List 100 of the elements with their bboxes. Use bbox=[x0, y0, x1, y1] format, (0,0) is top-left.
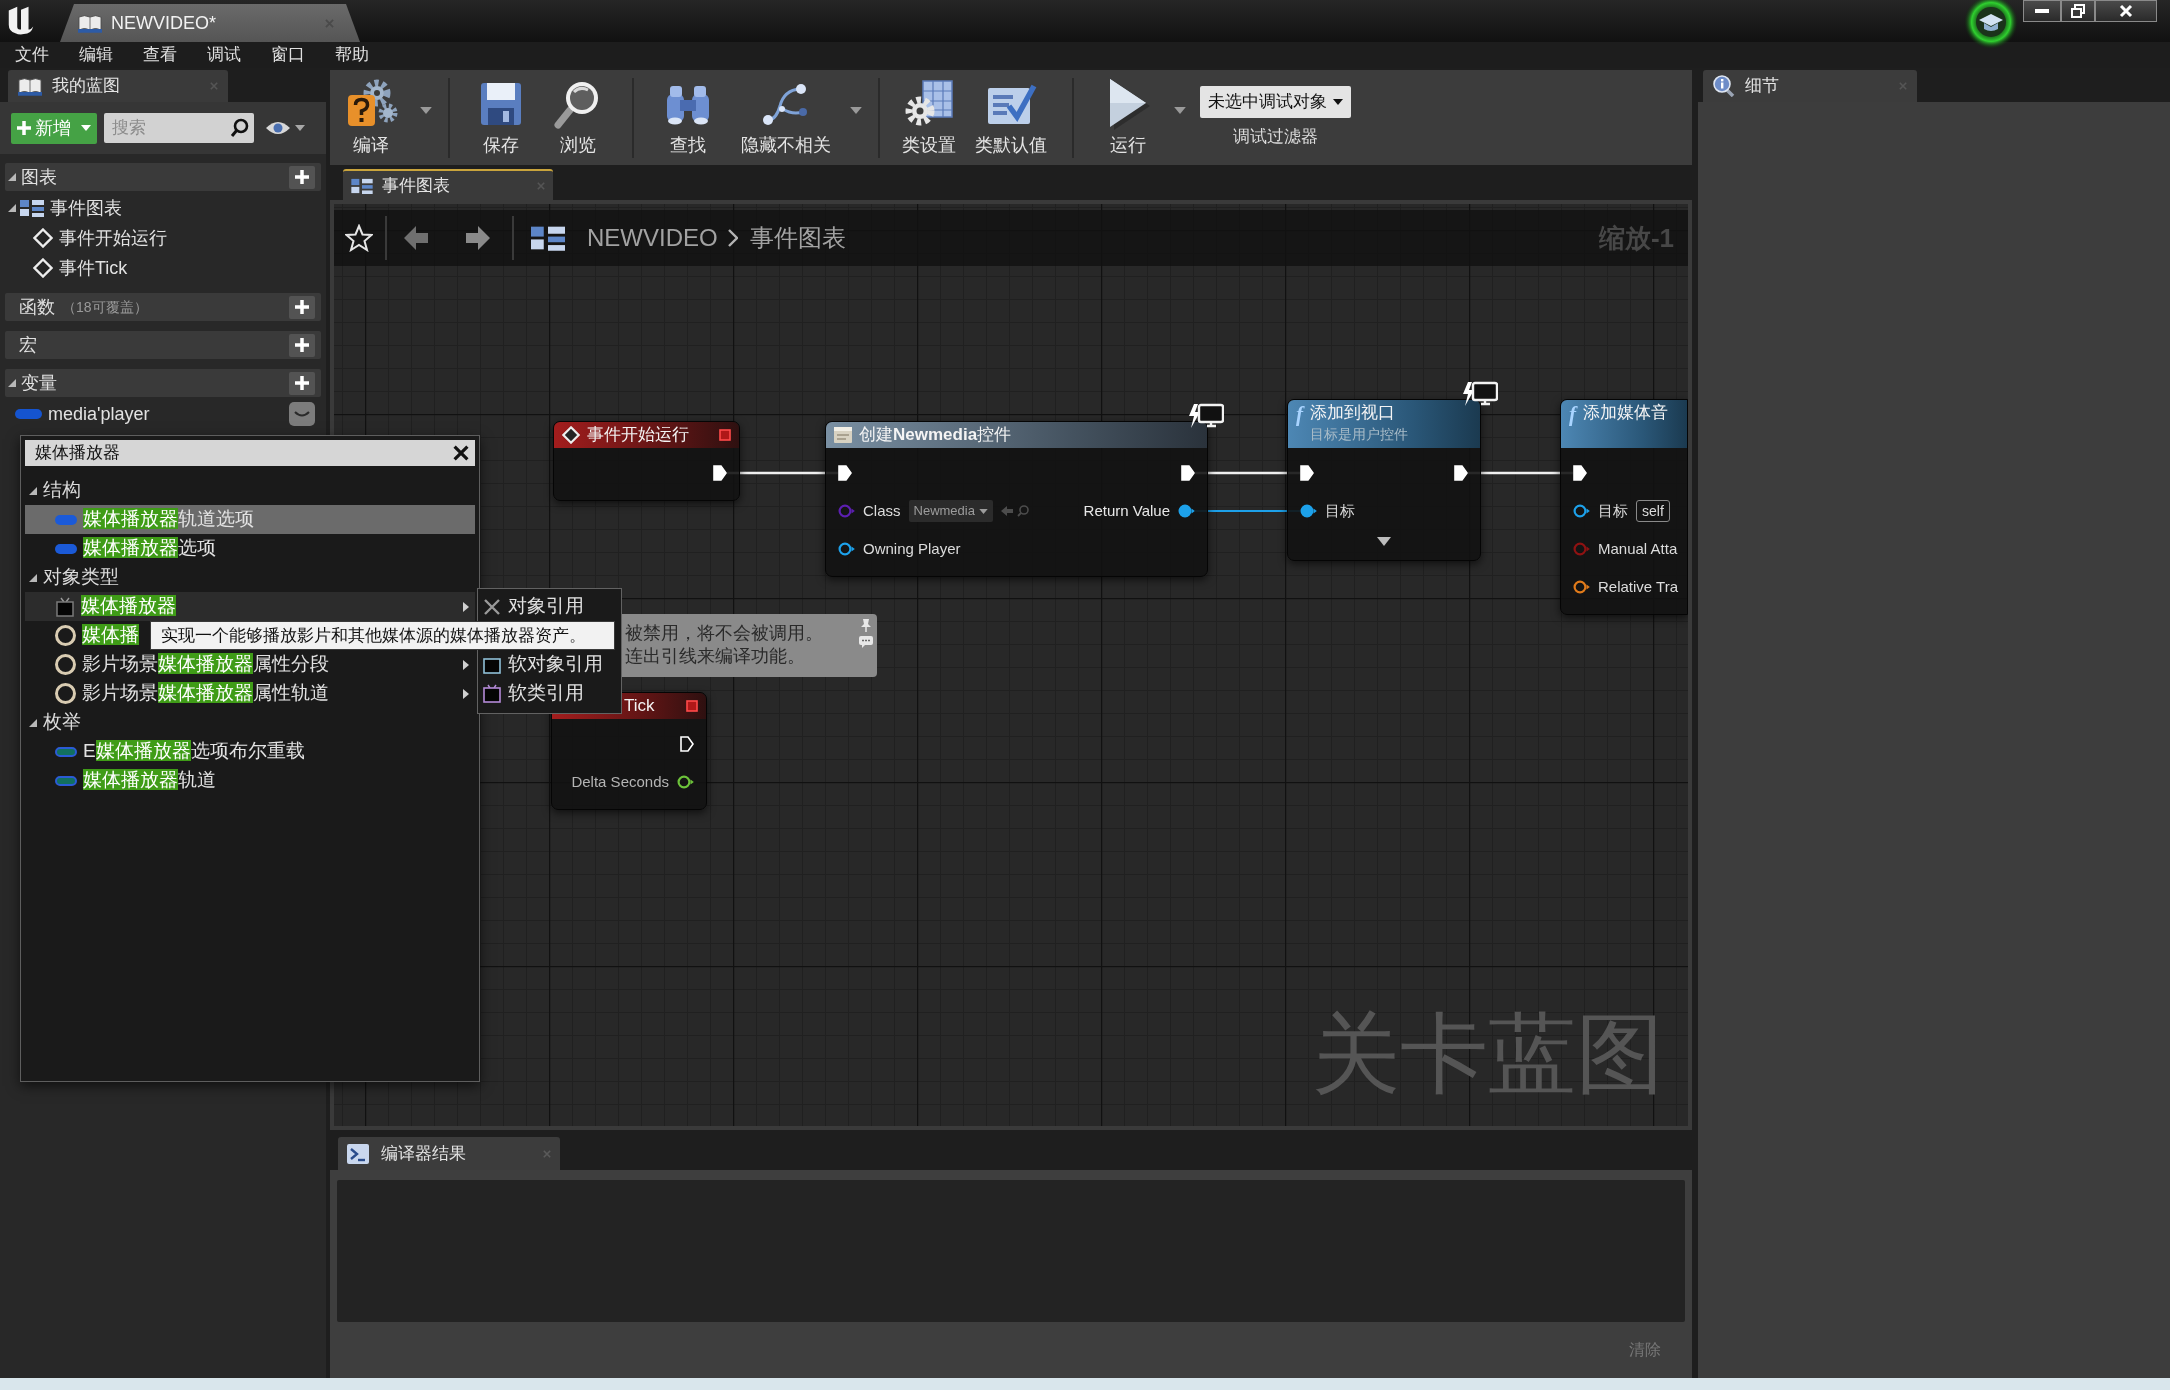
toolbar-button[interactable]: 编译 bbox=[330, 70, 412, 165]
breadcrumb-item[interactable]: 事件图表 bbox=[749, 220, 846, 256]
section-header[interactable]: 函数 （18可覆盖） bbox=[5, 293, 321, 321]
section-header[interactable]: 图表 bbox=[5, 163, 321, 191]
exec-pin-outline-icon[interactable] bbox=[680, 736, 694, 752]
close-icon[interactable] bbox=[453, 445, 469, 461]
type-option[interactable]: 媒体播放器选项 bbox=[25, 534, 222, 563]
pin-label: Return Value bbox=[1083, 500, 1170, 521]
ring-pin-icon[interactable] bbox=[1573, 580, 1590, 594]
menu-item[interactable]: 文件 bbox=[0, 43, 64, 67]
pin-icon[interactable] bbox=[860, 618, 872, 632]
plus-icon bbox=[295, 338, 309, 352]
type-option[interactable]: 媒体播放器轨道 bbox=[25, 766, 222, 795]
toolbar-button[interactable]: 保存 bbox=[466, 70, 536, 165]
document-tab[interactable]: NEWVIDEO* bbox=[60, 4, 360, 42]
ring-icon bbox=[55, 683, 76, 704]
type-option[interactable]: 媒体播 bbox=[25, 621, 145, 650]
pin-label: Class bbox=[863, 500, 901, 521]
expanded-arrow-icon[interactable] bbox=[8, 173, 16, 181]
pin-label: Owning Player bbox=[863, 538, 961, 559]
tree-item[interactable]: 事件Tick bbox=[59, 254, 128, 282]
exec-pin-icon[interactable] bbox=[1181, 465, 1195, 481]
expanded-arrow-icon[interactable] bbox=[29, 486, 37, 495]
expand-arrow-icon[interactable] bbox=[1377, 536, 1391, 546]
submenu-arrow-icon[interactable] bbox=[463, 601, 469, 612]
menu-item[interactable]: 窗口 bbox=[256, 43, 320, 67]
expanded-arrow-icon[interactable] bbox=[29, 718, 37, 727]
panel-tab[interactable]: 细节 bbox=[1703, 70, 1917, 102]
panel-tab[interactable]: 我的蓝图 bbox=[8, 70, 228, 102]
ring-pin-icon[interactable] bbox=[1573, 504, 1590, 518]
exec-pin-icon[interactable] bbox=[1300, 465, 1314, 481]
caret-icon[interactable] bbox=[1333, 98, 1343, 105]
graph-icon bbox=[351, 177, 373, 194]
ring-icon bbox=[55, 654, 76, 675]
tree-item[interactable]: media'player bbox=[48, 400, 150, 428]
console-icon bbox=[347, 1143, 369, 1164]
type-option[interactable]: E媒体播放器选项布尔重载 bbox=[25, 737, 311, 766]
forward-arrow-icon[interactable] bbox=[466, 225, 490, 251]
ring-pin-icon[interactable] bbox=[838, 542, 855, 556]
pin-label: Manual Atta bbox=[1598, 538, 1678, 559]
type-option[interactable]: 影片场景媒体播放器属性轨道 bbox=[25, 679, 475, 708]
submenu-arrow-icon[interactable] bbox=[463, 659, 469, 670]
graph-tab[interactable]: 事件图表 bbox=[343, 169, 553, 200]
graph-icon[interactable] bbox=[531, 225, 565, 251]
add-button[interactable] bbox=[289, 371, 315, 395]
toolbar-button[interactable]: 类设置 bbox=[896, 70, 962, 165]
toolbar-button[interactable]: 隐藏不相关 bbox=[730, 70, 842, 165]
default-value-box[interactable]: self bbox=[1636, 500, 1670, 522]
menu-item[interactable]: 调试 bbox=[192, 43, 256, 67]
eye-icon[interactable] bbox=[265, 120, 291, 136]
filled-pin-icon[interactable] bbox=[1300, 504, 1317, 518]
close-button[interactable] bbox=[2095, 0, 2157, 22]
debug-object-dropdown[interactable]: 未选中调试对象 bbox=[1200, 85, 1351, 118]
class-select[interactable]: Newmedia bbox=[908, 500, 993, 522]
panel-tab[interactable]: 编译器结果 bbox=[338, 1137, 560, 1170]
expanded-arrow-icon[interactable] bbox=[8, 204, 16, 212]
tree-item[interactable]: 事件开始运行 bbox=[59, 224, 167, 252]
submenu-arrow-icon[interactable] bbox=[463, 688, 469, 699]
expanded-arrow-icon[interactable] bbox=[29, 573, 37, 582]
menu-item[interactable]: 帮助 bbox=[320, 43, 384, 67]
menu-item[interactable]: 查看 bbox=[128, 43, 192, 67]
exec-pin-icon[interactable] bbox=[1573, 465, 1587, 481]
category-label[interactable]: 对象类型 bbox=[43, 563, 119, 592]
exec-pin-icon[interactable] bbox=[713, 465, 727, 481]
type-option[interactable]: 影片场景媒体播放器属性分段 bbox=[25, 650, 475, 679]
restore-button[interactable] bbox=[2061, 0, 2095, 22]
type-option[interactable]: 媒体播放器 bbox=[25, 592, 475, 621]
minimize-button[interactable] bbox=[2023, 0, 2061, 22]
type-option[interactable]: 媒体播放器轨道选项 bbox=[25, 505, 475, 534]
section-header[interactable]: 宏 bbox=[5, 331, 321, 359]
graph-node[interactable]: f 添加到视口 目标是用户控件 目标 bbox=[1287, 399, 1481, 561]
category-label[interactable]: 枚举 bbox=[43, 708, 81, 737]
section-header[interactable]: 变量 bbox=[5, 369, 321, 397]
toolbar-button[interactable]: 类默认值 bbox=[966, 70, 1056, 165]
graph-node[interactable]: f 添加媒体音 目标 self Manual Atta Relative Tra bbox=[1560, 399, 1688, 615]
section-title: 宏 bbox=[19, 333, 37, 357]
toolbar-button[interactable]: 查找 bbox=[650, 70, 726, 165]
star-icon[interactable] bbox=[345, 224, 373, 252]
search-field[interactable]: 搜索 bbox=[104, 113, 254, 143]
search-input[interactable]: 搜索 bbox=[112, 115, 212, 141]
tree-item[interactable]: 事件图表 bbox=[50, 194, 122, 222]
toolbar-button[interactable]: 运行 bbox=[1090, 70, 1166, 165]
category-label[interactable]: 结构 bbox=[43, 476, 81, 505]
add-button[interactable] bbox=[289, 165, 315, 189]
search-icon[interactable] bbox=[230, 118, 250, 138]
exec-pin-icon[interactable] bbox=[838, 465, 852, 481]
filled-pin-icon[interactable] bbox=[1178, 504, 1195, 518]
speech-bubble-icon[interactable] bbox=[859, 636, 873, 648]
add-button[interactable] bbox=[289, 295, 315, 319]
graph-node[interactable]: 事件开始运行 bbox=[553, 421, 740, 501]
toolbar-button[interactable]: 浏览 bbox=[540, 70, 616, 165]
graph-node[interactable]: 创建Newmedia控件 Class Newmedia Return Value Owning Player bbox=[825, 421, 1208, 577]
back-arrow-icon[interactable] bbox=[404, 225, 428, 251]
exec-pin-icon[interactable] bbox=[1454, 465, 1468, 481]
ring-pin-icon[interactable] bbox=[677, 775, 694, 789]
add-button[interactable] bbox=[289, 333, 315, 357]
expanded-arrow-icon[interactable] bbox=[8, 379, 16, 387]
menu-item[interactable]: 编辑 bbox=[64, 43, 128, 67]
closed-eye-icon[interactable] bbox=[289, 402, 315, 426]
breadcrumb-item[interactable]: NEWVIDEO bbox=[587, 220, 718, 256]
